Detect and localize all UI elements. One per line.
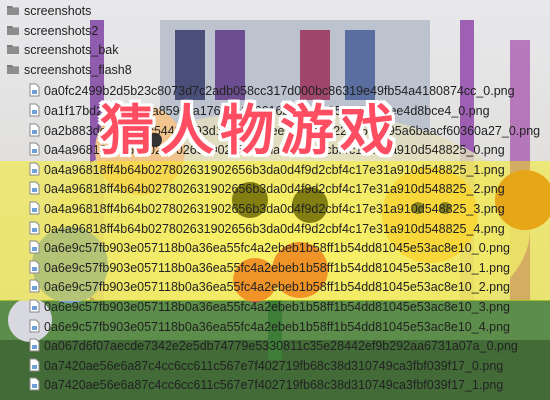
folder-icon xyxy=(6,62,19,76)
game-title-banner: 猜人物游戏 xyxy=(100,99,400,162)
file-label: 0a6e9c57fb903e057118b0a36ea55fc4a2ebeb1b… xyxy=(44,319,510,334)
file-label: 0a7420ae56e6a87c4cc6cc611c567e7f402719fb… xyxy=(44,358,504,373)
file-label: 0a6e9c57fb903e057118b0a36ea55fc4a2ebeb1b… xyxy=(44,280,510,295)
folder-item[interactable]: screenshots_flash8 xyxy=(0,60,550,80)
file-label: 0a7420ae56e6a87c4cc6cc611c567e7f402719fb… xyxy=(44,378,504,393)
folder-icon xyxy=(6,3,19,17)
folder-label: screenshots xyxy=(24,4,92,18)
file-item[interactable]: 0a067d6f07aecde7342e2e5db74779e5330811c3… xyxy=(0,336,550,356)
image-file-icon xyxy=(28,319,41,333)
file-list: screenshots screenshots2 screenshots_baksc… xyxy=(0,0,550,400)
image-file-icon xyxy=(28,240,41,254)
folder-label: screenshots_bak xyxy=(24,43,119,58)
file-item[interactable]: 0a6e9c57fb903e057118b0a36ea55fc4a2ebeb1b… xyxy=(0,317,550,337)
file-item[interactable]: 0a6e9c57fb903e057118b0a36ea55fc4a2ebeb1b… xyxy=(0,297,550,317)
file-label: 0a4a96818ff4b64b027802631902656b3da0d4f9… xyxy=(44,202,505,216)
file-label: 0a4a96818ff4b64b027802631902656b3da0d4f9… xyxy=(44,221,505,236)
folder-label: screenshots2 xyxy=(24,23,99,38)
file-item[interactable]: 0a7420ae56e6a87c4cc6cc611c567e7f402719fb… xyxy=(0,375,550,395)
folder-item[interactable]: screenshots xyxy=(0,1,550,21)
file-item[interactable]: 0a4a96818ff4b64b027802631902656b3da0d4f9… xyxy=(0,179,550,199)
image-file-icon xyxy=(28,142,41,156)
file-label: 0a067d6f07aecde7342e2e5db74779e5330811c3… xyxy=(44,339,518,354)
image-file-icon xyxy=(28,221,41,235)
folder-icon xyxy=(6,23,19,37)
folder-item[interactable]: screenshots_bak xyxy=(0,40,550,60)
image-file-icon xyxy=(28,260,41,274)
file-label: 0a6e9c57fb903e057118b0a36ea55fc4a2ebeb1b… xyxy=(44,241,510,256)
file-label: 0a6e9c57fb903e057118b0a36ea55fc4a2ebeb1b… xyxy=(44,260,510,275)
file-item[interactable]: 0a4a96818ff4b64b027802631902656b3da0d4f9… xyxy=(0,199,550,219)
image-file-icon xyxy=(28,162,41,176)
image-file-icon xyxy=(28,123,41,137)
file-label: 0a4a96818ff4b64b027802631902656b3da0d4f9… xyxy=(44,182,505,197)
file-item[interactable]: 0a7420ae56e6a87c4cc6cc611c567e7f402719fb… xyxy=(0,356,550,376)
image-file-icon xyxy=(28,103,41,117)
image-file-icon xyxy=(28,299,41,313)
folder-item[interactable]: screenshots2 xyxy=(0,21,550,41)
file-item[interactable]: 0a6e9c57fb903e057118b0a36ea55fc4a2ebeb1b… xyxy=(0,238,550,258)
file-label: 0a6e9c57fb903e057118b0a36ea55fc4a2ebeb1b… xyxy=(44,300,510,314)
file-item[interactable]: 0a4a96818ff4b64b027802631902656b3da0d4f9… xyxy=(0,219,550,239)
image-file-icon xyxy=(28,358,41,372)
image-file-icon xyxy=(28,279,41,293)
image-file-icon xyxy=(28,377,41,391)
image-file-icon xyxy=(28,338,41,352)
file-item[interactable]: 0a6e9c57fb903e057118b0a36ea55fc4a2ebeb1b… xyxy=(0,277,550,297)
image-file-icon xyxy=(28,181,41,195)
folder-icon xyxy=(6,42,19,56)
file-item[interactable]: 0a6e9c57fb903e057118b0a36ea55fc4a2ebeb1b… xyxy=(0,258,550,278)
folder-label: screenshots_flash8 xyxy=(24,62,132,77)
image-file-icon xyxy=(28,83,41,97)
image-file-icon xyxy=(28,201,41,215)
